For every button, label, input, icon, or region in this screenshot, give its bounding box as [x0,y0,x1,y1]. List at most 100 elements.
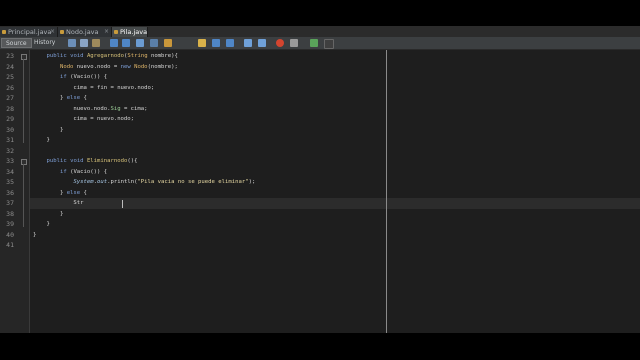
code-line: } [33,135,49,146]
back-icon[interactable] [68,39,76,47]
code-token: if [59,74,67,80]
line-number: 26 [6,83,14,92]
tab-pila-java[interactable]: Pila.java [112,27,148,37]
find-selection-icon[interactable] [136,39,144,47]
editor-toolbar: Source History [0,37,640,50]
check-icon[interactable] [310,39,318,47]
code-token: if [59,168,67,175]
tab-principal-java[interactable]: Principal.java × [0,27,58,37]
code-token: public [46,158,67,164]
code-token: } [33,95,67,101]
code-token: Sig [110,105,121,112]
editor-tab-bar: Principal.java × Nodo.java × Pila.java [0,26,640,37]
code-token: Nodo [134,63,148,70]
code-line: } [33,230,36,241]
code-token: (Vacio()) { [66,74,108,80]
code-line: } [33,125,63,136]
fold-toggle-icon[interactable] [21,159,27,165]
close-icon[interactable]: × [104,27,109,37]
line-number: 27 [6,94,14,102]
previous-bookmark-icon[interactable] [198,39,206,47]
source-view-button[interactable]: Source [1,38,32,48]
code-token: Nodo [59,63,74,70]
code-token: } [33,210,64,217]
line-number: 35 [6,178,14,186]
code-token: Str [33,200,84,206]
comment-icon[interactable] [258,39,266,47]
code-line: cima = fin = nuevo.nodo; [33,83,154,94]
line-number: 33 [6,157,14,165]
code-token: cima = fin = nuevo.nodo; [33,84,155,91]
line-number: 41 [6,241,14,249]
tab-label: Principal.java [8,28,52,36]
code-token: } [33,126,64,133]
line-number: 37 [6,199,14,207]
code-token: System [73,179,94,185]
line-number: 31 [6,136,14,144]
history-view-button[interactable]: History [30,38,59,48]
code-line: } [33,209,63,220]
toggle-highlight-icon[interactable] [150,39,158,47]
line-number: 29 [6,115,14,123]
code-token: cima = nuevo.nodo; [33,116,135,122]
line-number: 24 [6,62,14,71]
shift-right-icon[interactable] [244,39,252,47]
right-margin-guide [386,50,387,333]
code-token: nuevo.nodo = [73,63,121,70]
code-token: nombre){ [147,53,178,59]
next-bookmark-icon[interactable] [212,39,220,47]
close-icon[interactable]: × [50,27,55,37]
tab-label: Nodo.java [66,28,99,36]
java-file-icon [2,30,6,34]
code-token: } [33,221,50,227]
find-next-icon[interactable] [122,39,130,47]
code-line: public void Agregarnodo(String nombre){ [33,51,178,62]
record-macro-icon[interactable] [276,39,284,47]
code-token: .println( [107,179,138,185]
toggle-bookmark-icon[interactable] [164,39,172,47]
java-file-icon [60,30,64,34]
code-token: (Vacio()) { [66,168,108,175]
line-number: 40 [6,230,14,239]
code-editor[interactable]: 23 24 25 26 27 28 29 30 31 32 33 34 35 36 37 38 39 40 41 p… [0,50,640,333]
code-line: } else { [33,93,87,104]
java-file-icon [114,30,118,34]
line-number: 25 [6,73,14,81]
code-line: cima = nuevo.nodo; [33,114,134,125]
tab-label: Pila.java [120,28,148,36]
line-number: 32 [6,146,14,155]
line-number: 23 [6,52,14,60]
find-previous-icon[interactable] [110,39,118,47]
code-token: } [33,231,37,238]
line-number: 36 [6,188,14,197]
code-token: else [66,189,81,196]
tab-nodo-java[interactable]: Nodo.java × [58,27,112,37]
diff-icon[interactable] [324,39,334,49]
code-token: = cima; [120,105,148,112]
code-line: if (Vacio()) { [33,72,107,83]
forward-icon[interactable] [80,39,88,47]
stop-macro-icon[interactable] [290,39,298,47]
text-caret [122,199,123,208]
code-token: { [80,189,87,196]
line-number: 38 [6,209,14,218]
line-number: 30 [6,125,14,134]
code-line: } else { [33,188,87,199]
last-edit-icon[interactable] [92,39,100,47]
shift-left-icon[interactable] [226,39,234,47]
code-token: void [70,158,84,164]
code-token: (){ [127,158,138,164]
fold-toggle-icon[interactable] [21,54,27,60]
code-token: (nombre); [147,63,178,70]
code-token: { [80,95,87,101]
fold-guide [23,164,24,227]
code-token: void [70,53,84,59]
code-token: Agregarnodo [86,53,124,59]
code-token: Eliminarnodo [86,158,128,164]
line-number-gutter: 23 24 25 26 27 28 29 30 31 32 33 34 35 36 37 38 39 40 41 [0,50,30,333]
